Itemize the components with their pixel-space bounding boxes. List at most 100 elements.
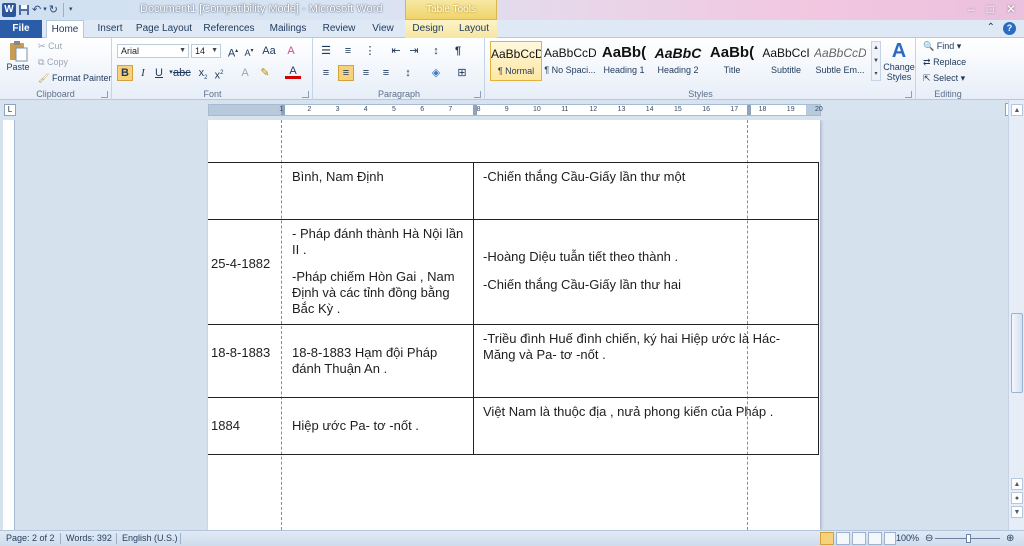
tab-view[interactable]: View: [366, 20, 400, 38]
table-cell[interactable]: 25-4-1882: [211, 256, 273, 272]
decrease-indent-icon[interactable]: ⇤: [388, 43, 404, 59]
justify-icon[interactable]: ≡: [378, 65, 394, 81]
redo-icon[interactable]: ↻: [49, 3, 58, 17]
table-cell[interactable]: -Pháp chiếm Hòn Gai , Nam Định và các tỉ…: [292, 269, 469, 317]
language[interactable]: English (U.S.): [122, 533, 178, 543]
maximize-button[interactable]: □: [987, 2, 994, 16]
style-normal[interactable]: AaBbCcDc ¶ Normal: [490, 41, 542, 81]
scrollbar-thumb[interactable]: [1011, 313, 1023, 393]
customize-qat-icon[interactable]: ▾: [69, 3, 73, 17]
vertical-scrollbar[interactable]: ▲ ▲ ● ▼: [1008, 100, 1024, 530]
show-formatting-marks-icon[interactable]: ¶: [450, 43, 466, 59]
table-cell[interactable]: -Triều đình Huế đình chiến, ký hai Hiệp …: [483, 331, 803, 363]
scroll-down-page-icon[interactable]: ▼: [1011, 506, 1023, 518]
table-cell[interactable]: 18-8-1883 Hạm đội Pháp đánh Thuận An .: [292, 345, 469, 377]
cut-button[interactable]: ✂ Cut: [38, 41, 62, 52]
style-title[interactable]: AaBb( Title: [706, 41, 758, 81]
browse-object-icon[interactable]: ●: [1011, 492, 1023, 504]
full-screen-reading-icon[interactable]: [836, 532, 850, 545]
horizontal-ruler[interactable]: 1 2 3 4 5 6 7 8 9 10 11 12 13 14 15 16 17 18 19 20: [208, 104, 823, 116]
text-effects-icon[interactable]: A: [237, 65, 253, 81]
grow-font-icon[interactable]: A▴: [225, 43, 241, 60]
align-left-icon[interactable]: ≡: [318, 65, 334, 81]
close-button[interactable]: ✕: [1006, 2, 1016, 16]
styles-gallery-scroll[interactable]: ▲ ▼ ▾: [871, 41, 881, 81]
multilevel-list-icon[interactable]: ⋮: [362, 43, 378, 59]
style-subtle-emphasis[interactable]: AaBbCcDc Subtle Em...: [814, 41, 866, 81]
help-icon[interactable]: ?: [1003, 22, 1016, 35]
zoom-in-icon[interactable]: ⊕: [1006, 533, 1014, 544]
format-painter-button[interactable]: 🖌 Format Painter: [38, 73, 111, 84]
paragraph-launcher-icon[interactable]: [474, 91, 481, 98]
minimize-button[interactable]: –: [968, 2, 975, 16]
select-button[interactable]: ⇱ Select ▾: [923, 73, 965, 84]
numbering-icon[interactable]: ≡: [340, 43, 356, 59]
page-count[interactable]: Page: 2 of 2: [6, 533, 55, 543]
draft-icon[interactable]: [884, 532, 896, 545]
font-name-combo[interactable]: Arial ▼: [117, 44, 189, 58]
scroll-up-page-icon[interactable]: ▲: [1011, 478, 1023, 490]
change-styles-button[interactable]: A Change Styles: [883, 40, 915, 82]
tab-mailings[interactable]: Mailings: [264, 20, 312, 38]
tab-page-layout[interactable]: Page Layout: [134, 20, 194, 38]
table-cell[interactable]: Việt Nam là thuộc địa , nưả phong kiến c…: [483, 404, 813, 420]
borders-icon[interactable]: ⊞: [454, 65, 470, 81]
strikethrough-icon[interactable]: abc: [173, 65, 191, 81]
undo-dropdown-icon[interactable]: ▾: [43, 3, 47, 17]
style-subtitle[interactable]: AaBbCcI Subtitle: [760, 41, 812, 81]
table-cell[interactable]: 1884: [211, 418, 273, 434]
bullets-icon[interactable]: ☰: [318, 43, 334, 59]
scroll-up-icon[interactable]: ▲: [1011, 104, 1023, 116]
tab-selector-button[interactable]: L: [4, 104, 16, 116]
style-heading-2[interactable]: AaBbC Heading 2: [652, 41, 704, 81]
highlight-icon[interactable]: ✎: [257, 65, 273, 81]
table-cell[interactable]: - Pháp đánh thành Hà Nội lần II .: [292, 226, 469, 258]
clear-formatting-icon[interactable]: A: [283, 43, 299, 59]
undo-icon[interactable]: ↶: [32, 3, 41, 17]
align-center-icon[interactable]: ≡: [338, 65, 354, 81]
table-cell[interactable]: 18-8-1883: [211, 345, 273, 361]
vertical-ruler[interactable]: [3, 120, 15, 530]
tab-design[interactable]: Design: [405, 20, 451, 38]
change-case-icon[interactable]: Aa: [261, 43, 277, 59]
document-page[interactable]: Bình, Nam Định -Chiến thắng Cầu-Giấy lần…: [208, 120, 820, 530]
tab-file[interactable]: File: [0, 20, 42, 38]
sort-icon[interactable]: ↕: [428, 43, 444, 59]
copy-button[interactable]: ⧉ Copy: [38, 57, 68, 68]
table-cell[interactable]: -Chiến thắng Cầu-Giấy lần thư một: [483, 169, 803, 185]
font-size-combo[interactable]: 14 ▼: [191, 44, 221, 58]
save-icon[interactable]: [18, 3, 30, 17]
shading-icon[interactable]: ◈: [428, 65, 444, 81]
superscript-icon[interactable]: x2: [211, 65, 227, 82]
zoom-out-icon[interactable]: ⊖: [925, 533, 933, 544]
font-color-icon[interactable]: A: [285, 65, 301, 79]
shrink-font-icon[interactable]: A▾: [241, 43, 257, 59]
style-no-spacing[interactable]: AaBbCcDc ¶ No Spaci...: [544, 41, 596, 81]
paste-button[interactable]: Paste: [4, 40, 32, 73]
print-layout-icon[interactable]: [820, 532, 834, 545]
clipboard-launcher-icon[interactable]: [101, 91, 108, 98]
zoom-level[interactable]: 100%: [896, 533, 919, 543]
increase-indent-icon[interactable]: ⇥: [406, 43, 422, 59]
outline-icon[interactable]: [868, 532, 882, 545]
find-button[interactable]: 🔍 Find ▾: [923, 41, 961, 52]
table-cell[interactable]: Bình, Nam Định: [292, 169, 467, 185]
tab-review[interactable]: Review: [318, 20, 360, 38]
word-logo-icon[interactable]: W: [2, 3, 16, 17]
tab-insert[interactable]: Insert: [90, 20, 130, 38]
word-count[interactable]: Words: 392: [66, 533, 112, 543]
zoom-slider-thumb[interactable]: [966, 534, 971, 543]
tab-layout[interactable]: Layout: [451, 20, 497, 38]
subscript-icon[interactable]: x2: [195, 65, 211, 81]
tab-references[interactable]: References: [200, 20, 258, 38]
table-cell[interactable]: Hiệp ước Pa- tơ -nốt .: [292, 418, 469, 434]
line-spacing-icon[interactable]: ↕: [400, 65, 416, 81]
table-cell[interactable]: -Chiến thắng Cầu-Giấy lần thư hai: [483, 277, 803, 293]
align-right-icon[interactable]: ≡: [358, 65, 374, 81]
styles-launcher-icon[interactable]: [905, 91, 912, 98]
replace-button[interactable]: ⇄ Replace: [923, 57, 966, 68]
bold-icon[interactable]: B: [117, 65, 133, 81]
minimize-ribbon-icon[interactable]: ⌃: [987, 22, 995, 35]
web-layout-icon[interactable]: [852, 532, 866, 545]
italic-icon[interactable]: I: [135, 65, 151, 81]
